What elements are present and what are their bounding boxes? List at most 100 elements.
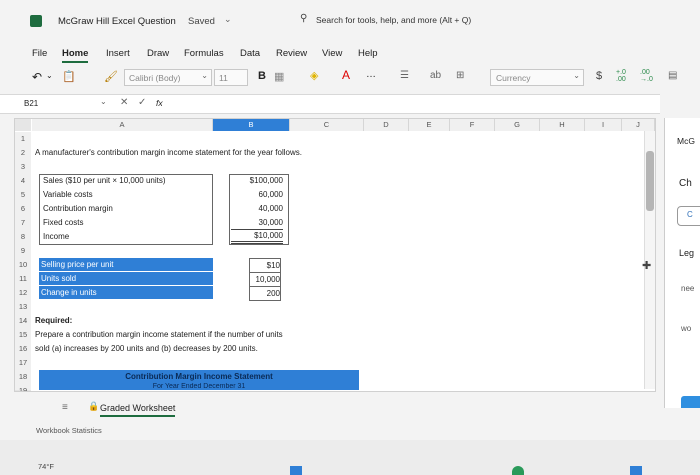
column-header-d[interactable]: D — [364, 119, 409, 131]
weather-readout[interactable]: 74°F — [38, 462, 54, 471]
row-header[interactable]: 11 — [15, 272, 31, 287]
row-header[interactable]: 5 — [15, 188, 31, 203]
statement-label[interactable]: Income — [43, 230, 69, 243]
format-painter-icon[interactable]: 🖌 — [104, 70, 118, 83]
input-value[interactable]: 200 — [249, 286, 281, 301]
row-header[interactable]: 4 — [15, 174, 31, 189]
input-label[interactable]: Change in units — [39, 286, 213, 299]
font-size-select[interactable]: 11 — [214, 69, 248, 86]
font-color-icon[interactable]: A — [342, 68, 350, 82]
menu-data[interactable]: Data — [240, 48, 260, 59]
row-header[interactable]: 18 — [15, 370, 31, 385]
column-header-g[interactable]: G — [495, 119, 540, 131]
currency-button[interactable]: $ — [596, 70, 602, 82]
statement-value[interactable]: $100,000 — [231, 174, 283, 187]
taskbar-app-icon[interactable] — [512, 466, 524, 475]
statement-label[interactable]: Sales ($10 per unit × 10,000 units) — [43, 174, 166, 187]
row-header[interactable]: 12 — [15, 286, 31, 301]
statement-label[interactable]: Fixed costs — [43, 216, 83, 229]
statement-label[interactable]: Variable costs — [43, 188, 93, 201]
merge-icon[interactable]: ⊞ — [456, 70, 464, 81]
side-panel-button[interactable]: C — [677, 206, 700, 226]
statement-value[interactable]: 30,000 — [231, 216, 283, 230]
document-title[interactable]: McGraw Hill Excel Question — [58, 16, 176, 27]
name-box-chevron-icon[interactable]: ⌄ — [100, 97, 107, 106]
align-icon[interactable]: ☰ — [400, 70, 409, 81]
undo-icon[interactable]: ↶ — [32, 70, 42, 84]
font-name-select[interactable]: Calibri (Body) ⌄ — [124, 69, 212, 86]
cmis-header[interactable]: Contribution Margin Income Statement — [39, 370, 359, 383]
enter-icon[interactable]: ✓ — [138, 97, 146, 108]
taskbar-app-icon[interactable] — [630, 466, 642, 475]
input-value[interactable]: 10,000 — [249, 272, 281, 287]
number-format-select[interactable]: Currency ⌄ — [490, 69, 584, 86]
required-label[interactable]: Required: — [35, 314, 72, 327]
row-header[interactable]: 10 — [15, 258, 31, 273]
side-panel-action-button[interactable] — [681, 396, 700, 408]
bold-button[interactable]: B — [258, 70, 266, 82]
required-text-line-1[interactable]: Prepare a contribution margin income sta… — [35, 328, 283, 341]
menu-draw[interactable]: Draw — [147, 48, 169, 59]
save-status-chevron-icon[interactable]: ⌄ — [224, 14, 232, 25]
row-header[interactable]: 16 — [15, 342, 31, 357]
fill-color-icon[interactable]: ◈ — [310, 69, 318, 82]
menu-file[interactable]: File — [32, 48, 47, 59]
row-header[interactable]: 2 — [15, 146, 31, 161]
name-box[interactable]: B21 — [24, 99, 38, 108]
column-header-h[interactable]: H — [540, 119, 585, 131]
conditional-format-icon[interactable]: ▤ — [668, 70, 677, 81]
decrease-decimal-button[interactable]: .00 →.0 — [640, 69, 660, 83]
statement-label[interactable]: Contribution margin — [43, 202, 113, 215]
wrap-text-icon[interactable]: ab — [430, 70, 441, 81]
menu-formulas[interactable]: Formulas — [184, 48, 224, 59]
scrollbar-thumb[interactable] — [646, 151, 654, 211]
column-header-f[interactable]: F — [450, 119, 495, 131]
menu-help[interactable]: Help — [358, 48, 378, 59]
increase-decimal-button[interactable]: +.0 .00 — [616, 69, 636, 83]
font-size-value: 11 — [219, 73, 228, 83]
row-header[interactable]: 17 — [15, 356, 31, 371]
all-sheets-icon[interactable]: ≡ — [62, 402, 68, 413]
column-header-e[interactable]: E — [409, 119, 450, 131]
row-header[interactable]: 7 — [15, 216, 31, 231]
row-header[interactable]: 15 — [15, 328, 31, 343]
select-all-corner[interactable] — [15, 119, 31, 131]
input-label[interactable]: Selling price per unit — [39, 258, 213, 271]
taskbar-app-icon[interactable] — [290, 466, 302, 475]
cmis-subheader[interactable]: For Year Ended December 31 — [39, 383, 359, 390]
column-header-j[interactable]: J — [622, 119, 655, 131]
more-options-icon[interactable]: … — [366, 69, 376, 80]
sheet-heading[interactable]: A manufacturer's contribution margin inc… — [35, 146, 302, 159]
undo-dropdown-icon[interactable]: ⌄ — [46, 71, 53, 80]
function-icon[interactable]: fx — [156, 98, 163, 108]
row-header[interactable]: 3 — [15, 160, 31, 175]
menu-insert[interactable]: Insert — [106, 48, 130, 59]
statement-value[interactable]: 60,000 — [231, 188, 283, 201]
row-header[interactable]: 8 — [15, 230, 31, 245]
borders-icon[interactable]: ▦ — [274, 70, 284, 83]
statement-value[interactable]: $10,000 — [231, 230, 283, 244]
menu-home[interactable]: Home — [62, 48, 89, 63]
row-header[interactable]: 19 — [15, 384, 31, 391]
row-header[interactable]: 1 — [15, 132, 31, 147]
menu-review[interactable]: Review — [276, 48, 307, 59]
add-row-icon[interactable]: ✚ — [642, 259, 651, 272]
required-text-line-2[interactable]: sold (a) increases by 200 units and (b) … — [35, 342, 258, 355]
column-header-i[interactable]: I — [585, 119, 622, 131]
row-header[interactable]: 13 — [15, 300, 31, 315]
clipboard-icon[interactable]: 📋 — [62, 70, 76, 83]
row-header[interactable]: 6 — [15, 202, 31, 217]
cancel-icon[interactable]: ✕ — [120, 97, 128, 108]
statement-value[interactable]: 40,000 — [231, 202, 283, 215]
tab-graded-worksheet[interactable]: Graded Worksheet — [100, 403, 176, 417]
workbook-statistics[interactable]: Workbook Statistics — [36, 426, 102, 435]
input-value[interactable]: $10 — [249, 258, 281, 273]
row-header[interactable]: 9 — [15, 244, 31, 259]
input-label[interactable]: Units sold — [39, 272, 213, 285]
search-box[interactable]: ⚲ Search for tools, help, and more (Alt … — [298, 12, 503, 28]
menu-view[interactable]: View — [322, 48, 342, 59]
column-header-a[interactable]: A — [32, 119, 213, 131]
column-header-b[interactable]: B — [213, 119, 290, 131]
column-header-c[interactable]: C — [290, 119, 364, 131]
row-header[interactable]: 14 — [15, 314, 31, 329]
